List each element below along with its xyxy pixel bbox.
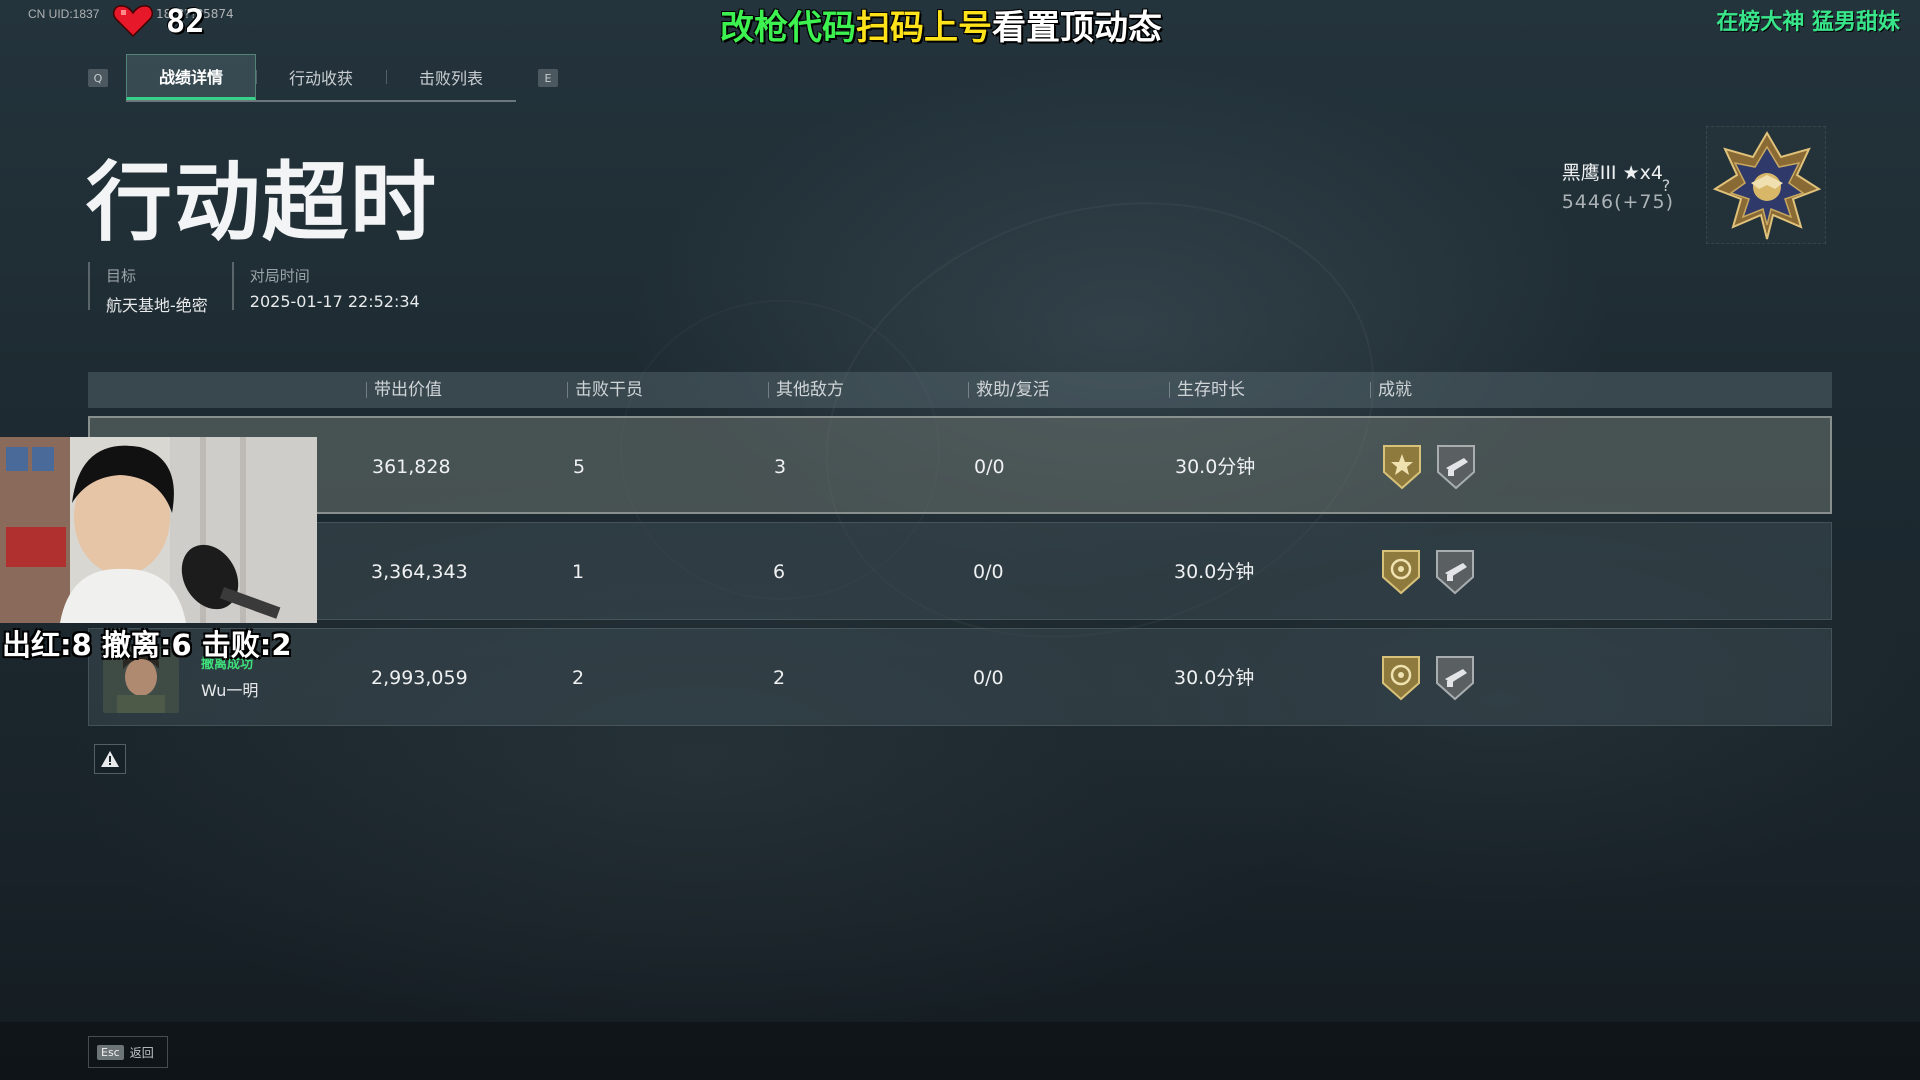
cell-assist: 0/0 [974,456,1005,478]
tab-operation-loot[interactable]: 行动收获 [256,54,386,100]
overlay-hp-value: 82 [166,2,205,40]
overlay-corner-text: 在榜大神 猛男甜妹 [1716,10,1900,35]
tabs: 战绩详情 行动收获 击败列表 [126,54,516,102]
weapon-badge-icon[interactable] [1433,547,1477,597]
table-header: 带出价值 击败干员 其他敌方 救助/复活 生存时长 成就 [88,372,1832,408]
target-badge-icon[interactable] [1379,653,1423,703]
cell-assist: 0/0 [973,667,1004,689]
meta-time-value: 2025-01-17 22:52:34 [249,292,420,311]
cell-value: 361,828 [372,456,451,478]
cell-value: 3,364,343 [371,561,468,583]
promo-part-3: 看置顶动态 [992,8,1162,48]
table-row[interactable]: 361,828 5 3 0/0 30.0分钟 [88,416,1832,514]
header-assist-revive: 救助/复活 [968,372,1050,408]
cell-assist: 0/0 [973,561,1004,583]
report-button[interactable] [94,744,126,774]
streamer-webcam [0,437,317,623]
cell-survival: 30.0分钟 [1175,456,1256,478]
cell-others: 2 [773,667,786,689]
header-other-enemies: 其他敌方 [768,372,844,408]
overlay-promo-banner: 改枪代码扫码上号看置顶动态 [720,0,1162,49]
meta-target-label: 目标 [106,267,137,285]
achievements [1380,442,1488,492]
eagle-emblem-icon [1712,131,1822,240]
stats-table: 带出价值 击败干员 其他敌方 救助/复活 生存时长 成就 361,828 5 3… [88,372,1832,726]
meta-target-value: 航天基地-绝密 [106,296,208,315]
cell-others: 6 [773,561,786,583]
target-badge-icon[interactable] [1379,547,1423,597]
tab-battle-details[interactable]: 战绩详情 [126,54,256,100]
cell-survival: 30.0分钟 [1174,667,1255,689]
cell-kills: 2 [572,667,585,689]
tab-kill-list[interactable]: 击败列表 [386,54,516,100]
meta-time-label: 对局时间 [249,267,310,285]
meta-target: 目标 航天基地-绝密 [88,262,232,315]
cell-kills: 1 [572,561,585,583]
table-row[interactable]: 撤离成功 Wu一明 2,993,059 2 2 0/0 30.0分钟 [88,628,1832,726]
match-meta: 目标 航天基地-绝密 对局时间 2025-01-17 22:52:34 [88,262,444,315]
header-achievements: 成就 [1370,372,1412,408]
achievements [1379,653,1487,703]
cell-value: 2,993,059 [371,667,468,689]
overlay-uid: CN UID:1837 [28,7,100,21]
next-tab-key[interactable]: E [538,69,558,87]
promo-part-1: 改枪代码 [720,8,856,48]
promo-part-2: 扫码上号 [856,8,992,48]
weapon-badge-icon[interactable] [1434,442,1478,492]
footer-bar [0,1022,1920,1080]
esc-key: Esc [97,1044,124,1060]
mvp-badge-icon[interactable] [1380,442,1424,492]
cell-others: 3 [774,456,787,478]
table-row[interactable]: 3,364,343 1 6 0/0 30.0分钟 [88,522,1832,620]
prev-tab-key[interactable]: Q [88,69,108,87]
back-button[interactable]: Esc 返回 [88,1036,168,1068]
help-icon[interactable]: ? [1655,176,1677,198]
meta-time: 对局时间 2025-01-17 22:52:34 [231,262,444,311]
rank-badge [1706,126,1826,244]
tab-bar: Q 战绩详情 行动收获 击败列表 E [88,54,558,102]
header-extract-value: 带出价值 [366,372,442,408]
header-operator-kills: 击败干员 [567,372,643,408]
cell-survival: 30.0分钟 [1174,561,1255,583]
heart-icon [113,5,153,38]
cell-kills: 5 [573,456,586,478]
weapon-badge-icon[interactable] [1433,653,1477,703]
back-label: 返回 [129,1045,154,1060]
webcam-stats: 出红:8 撤离:6 击败:2 [2,628,292,662]
header-survival-time: 生存时长 [1169,372,1245,408]
player-name: Wu一明 [201,681,259,700]
achievements [1379,547,1487,597]
warning-icon [101,751,119,767]
result-title: 行动超时 [86,153,438,253]
